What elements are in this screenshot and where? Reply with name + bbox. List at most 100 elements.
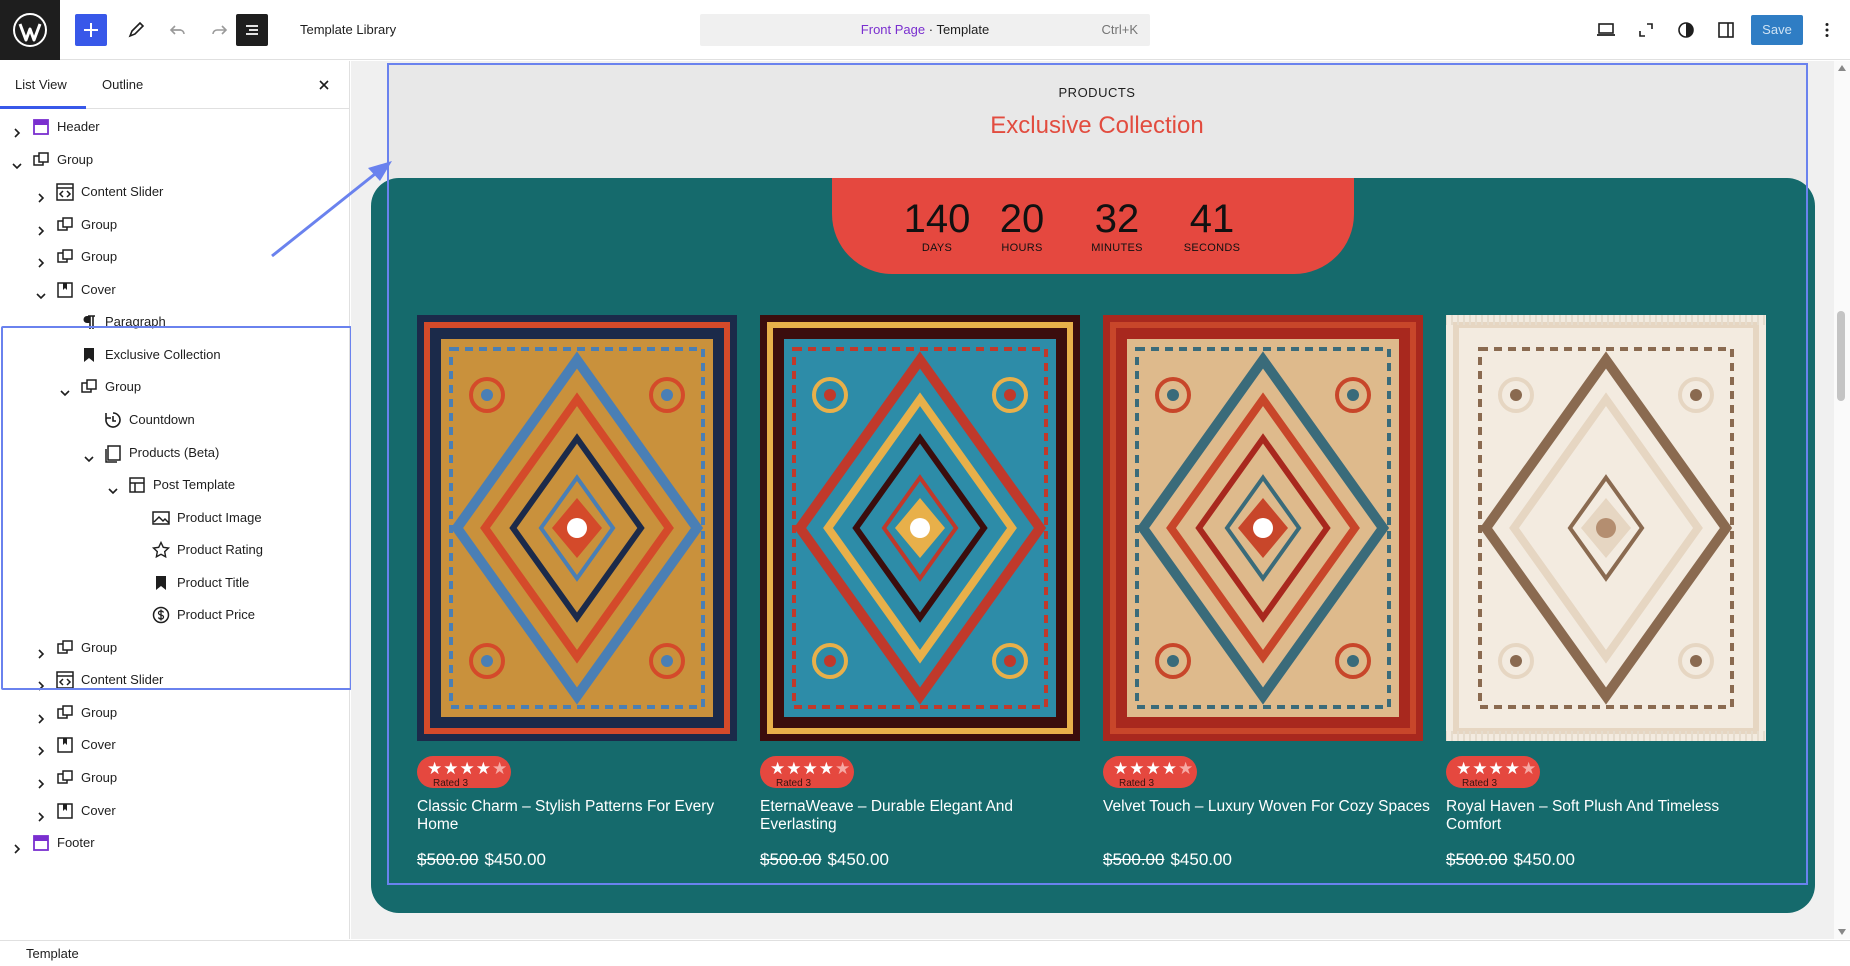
product-price: $500.00 $450.00 [1446, 850, 1575, 870]
countdown-minutes: 32 MINUTES [1091, 197, 1143, 254]
contrast-icon [1678, 22, 1694, 38]
device-preview-button[interactable] [1590, 14, 1622, 46]
tree-item-label: Cover [81, 281, 116, 297]
rating-text: Rated 3 [776, 778, 812, 788]
tree-item-group[interactable]: Group [0, 241, 350, 273]
sale-price: $450.00 [1170, 850, 1232, 869]
chevron-right-icon[interactable] [34, 250, 48, 268]
tree-item-footer[interactable]: Footer [0, 827, 350, 859]
scroll-up-icon[interactable] [1838, 65, 1846, 71]
tree-item-label: Cover [81, 737, 116, 753]
document-overview-button[interactable] [236, 14, 268, 46]
countdown-hours: 20 HOURS [999, 197, 1045, 254]
rating-text: Rated 3 [1119, 778, 1155, 788]
tree-item-cover[interactable]: Cover [0, 729, 350, 761]
wordpress-logo-icon[interactable] [0, 0, 60, 60]
add-block-button[interactable] [75, 14, 107, 46]
product-image[interactable] [1103, 315, 1423, 741]
scroll-down-icon[interactable] [1838, 929, 1846, 935]
more-vertical-icon [1825, 23, 1829, 37]
scroll-thumb[interactable] [1837, 311, 1845, 401]
undo-button[interactable] [162, 14, 194, 46]
chevron-down-icon[interactable] [10, 153, 24, 169]
product-image[interactable] [1446, 315, 1766, 741]
group-icon [31, 150, 51, 170]
product-rating: ★★★★★ Rated 3 [760, 756, 854, 788]
rating-text: Rated 3 [433, 778, 469, 788]
template-part-icon [31, 117, 51, 137]
countdown-block[interactable]: 140 DAYS 20 HOURS 32 MINUTES 41 SECONDS [832, 178, 1354, 274]
tree-item-content-slider[interactable]: Content Slider [0, 176, 350, 208]
options-button[interactable] [1811, 14, 1843, 46]
chevron-right-icon[interactable] [34, 804, 48, 822]
chevron-right-icon[interactable] [34, 706, 48, 724]
tree-item-label: Group [81, 704, 118, 720]
product-image[interactable] [760, 315, 1080, 741]
tree-item-label: Header [57, 119, 100, 134]
desktop-icon [1597, 23, 1615, 36]
command-kind: Template [936, 22, 990, 37]
group-icon [55, 768, 75, 788]
page-title: Template Library [300, 22, 397, 37]
tree-item-label: Group [81, 770, 118, 785]
save-button[interactable]: Save [1751, 15, 1803, 45]
product-title[interactable]: EternaWeave – Durable Elegant And Everla… [760, 798, 1090, 834]
product-price: $500.00 $450.00 [1103, 850, 1232, 870]
block-breadcrumb: Template [0, 940, 1850, 966]
chevron-right-icon[interactable] [34, 771, 48, 789]
redo-button[interactable] [203, 14, 235, 46]
product-title[interactable]: Velvet Touch – Luxury Woven For Cozy Spa… [1103, 798, 1433, 816]
sale-price: $450.00 [484, 850, 546, 869]
cover-icon [55, 735, 75, 755]
chevron-right-icon[interactable] [34, 218, 48, 236]
product-rating: ★★★★★ Rated 3 [1446, 756, 1540, 788]
rating-text: Rated 3 [1462, 778, 1498, 788]
tree-item-group[interactable]: Group [0, 144, 350, 176]
chevron-right-icon[interactable] [34, 185, 48, 203]
breadcrumb-item-template[interactable]: Template [26, 946, 79, 961]
plus-icon [84, 23, 98, 37]
tree-item-cover[interactable]: Cover [0, 274, 350, 306]
chevron-down-icon[interactable] [34, 283, 48, 299]
sale-price: $450.00 [827, 850, 889, 869]
group-icon [55, 247, 75, 267]
section-kicker: PRODUCTS [1058, 85, 1136, 100]
star-icon: ★★★★★ [1456, 759, 1538, 778]
list-view-icon [246, 25, 258, 35]
undo-icon [169, 25, 185, 35]
star-icon: ★★★★★ [770, 759, 852, 778]
countdown-days: 140 DAYS [903, 197, 971, 254]
selected-blocks-highlight [1, 326, 352, 690]
chevron-right-icon[interactable] [10, 836, 24, 854]
tree-item-label: Cover [81, 802, 116, 818]
star-icon: ★★★★★ [1113, 759, 1195, 778]
sidebar-icon [1718, 22, 1734, 38]
product-rating: ★★★★★ Rated 3 [1103, 756, 1197, 788]
template-part-icon [31, 833, 51, 853]
chevron-right-icon[interactable] [10, 120, 24, 138]
tree-item-group[interactable]: Group [0, 697, 350, 729]
list-view-sidebar: List View Outline Header Group Content Sli… [0, 61, 352, 939]
close-icon[interactable] [316, 77, 332, 93]
product-image[interactable] [417, 315, 737, 741]
group-icon [55, 703, 75, 723]
tools-button[interactable] [120, 14, 152, 46]
regular-price: $500.00 [760, 850, 822, 869]
tree-item-group[interactable]: Group [0, 209, 350, 241]
tree-item-header[interactable]: Header [0, 111, 350, 143]
tab-list-view[interactable]: List View [15, 61, 67, 109]
canvas-scrollbar[interactable] [1834, 61, 1850, 939]
tree-item-group[interactable]: Group [0, 762, 350, 794]
styles-button[interactable] [1670, 14, 1702, 46]
editor-canvas[interactable]: PRODUCTS Exclusive Collection 140 DAYS 2… [351, 61, 1834, 939]
tab-outline[interactable]: Outline [102, 61, 143, 109]
chevron-right-icon[interactable] [34, 738, 48, 757]
command-palette-button[interactable]: Front Page · Template Ctrl+K [700, 14, 1150, 46]
tree-item-cover[interactable]: Cover [0, 795, 350, 827]
zoom-out-button[interactable] [1630, 14, 1662, 46]
product-title[interactable]: Royal Haven – Soft Plush And Timeless Co… [1446, 798, 1776, 834]
slider-icon [55, 182, 75, 202]
settings-sidebar-button[interactable] [1710, 14, 1742, 46]
product-title[interactable]: Classic Charm – Stylish Patterns For Eve… [417, 798, 747, 834]
product-price: $500.00 $450.00 [417, 850, 546, 870]
